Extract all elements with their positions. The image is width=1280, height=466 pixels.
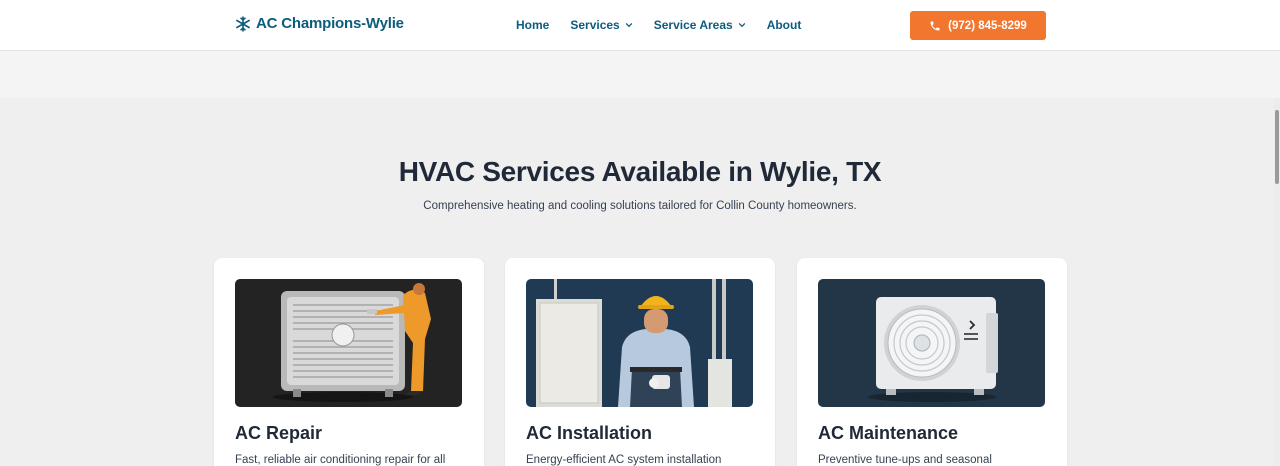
snowflake-icon — [236, 15, 250, 32]
service-card-ac-installation[interactable]: AC Installation Energy-efficient AC syst… — [505, 258, 775, 466]
logo-text: AC Champions-Wylie — [256, 15, 404, 32]
card-description: Energy-efficient AC system installation — [526, 454, 722, 466]
card-description: Fast, reliable air conditioning repair f… — [235, 454, 446, 466]
section-title: HVAC Services Available in Wylie, TX — [398, 156, 882, 187]
call-phone-button[interactable]: (972) 845-8299 — [910, 11, 1046, 40]
card-title: AC Installation — [526, 423, 653, 443]
main-nav: Home Services Service Areas About — [516, 18, 822, 32]
nav-home-label: Home — [516, 18, 550, 32]
nav-about[interactable]: About — [767, 18, 802, 32]
nav-home[interactable]: Home — [516, 18, 549, 32]
nav-services-label: Services — [570, 18, 620, 32]
card-title: AC Maintenance — [818, 423, 959, 443]
ac-installation-image — [526, 279, 753, 407]
chevron-down-icon — [625, 23, 632, 28]
page-scrollbar-thumb[interactable] — [1275, 110, 1279, 184]
nav-services[interactable]: Services — [570, 18, 632, 32]
ac-repair-image — [235, 279, 462, 407]
site-header: AC Champions-Wylie Home Services Service… — [0, 0, 1280, 51]
nav-service-areas-label: Service Areas — [653, 18, 733, 32]
site-logo[interactable]: AC Champions-Wylie — [235, 15, 404, 32]
phone-icon — [930, 21, 940, 30]
chevron-down-icon — [738, 23, 745, 28]
nav-about-label: About — [766, 18, 802, 32]
card-description: Preventive tune-ups and seasonal — [818, 454, 992, 466]
service-card-ac-repair[interactable]: AC Repair Fast, reliable air conditionin… — [214, 258, 484, 466]
nav-service-areas[interactable]: Service Areas — [654, 18, 746, 32]
ac-maintenance-image — [818, 279, 1045, 407]
phone-label: (972) 845-8299 — [948, 19, 1027, 32]
card-title: AC Repair — [235, 423, 323, 443]
service-card-ac-maintenance[interactable]: AC Maintenance Preventive tune-ups and s… — [797, 258, 1067, 466]
section-subtitle: Comprehensive heating and cooling soluti… — [423, 200, 857, 212]
hero-band — [0, 51, 1280, 98]
